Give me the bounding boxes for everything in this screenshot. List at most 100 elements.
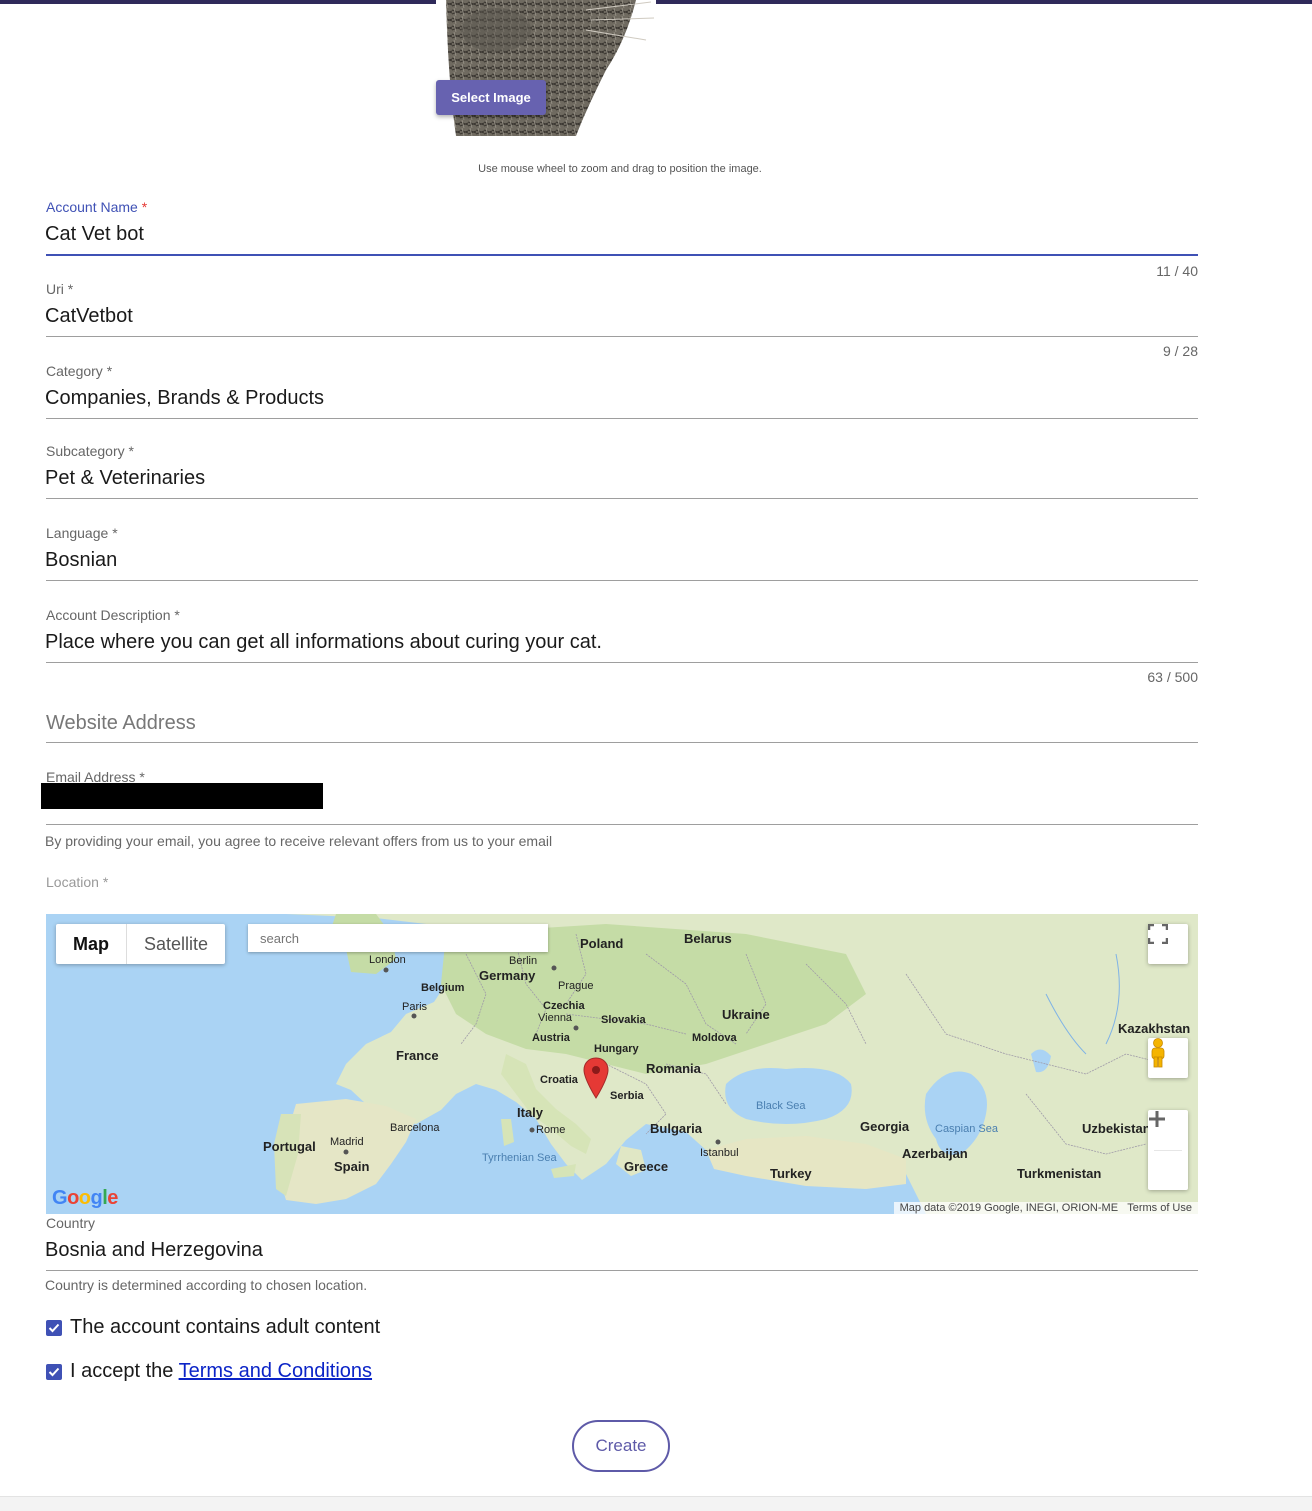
pegman-icon — [1151, 1038, 1165, 1068]
language-select[interactable]: Language * Bosnian — [45, 522, 1198, 582]
account-name-input[interactable]: Cat Vet bot — [45, 223, 144, 246]
map-label: Moldova — [692, 1032, 737, 1044]
map-type-satellite-button[interactable]: Satellite — [127, 924, 225, 964]
language-underline — [46, 580, 1198, 581]
fullscreen-button[interactable] — [1148, 924, 1188, 964]
language-label: Language * — [46, 525, 118, 541]
map-label: Barcelona — [390, 1122, 440, 1134]
website-placeholder[interactable]: Website Address — [46, 712, 196, 735]
country-helper: Country is determined according to chose… — [45, 1277, 368, 1293]
email-helper: By providing your email, you agree to re… — [45, 833, 553, 849]
map-label: Belarus — [684, 931, 732, 946]
zoom-out-button[interactable] — [1148, 1117, 1188, 1190]
map-label: Italy — [517, 1105, 544, 1120]
category-label: Category * — [46, 363, 113, 379]
map-label: Germany — [479, 968, 536, 983]
street-view-button[interactable] — [1148, 1038, 1188, 1078]
map-label: Paris — [402, 1001, 428, 1013]
map-label: Bulgaria — [650, 1121, 703, 1136]
map-label: Austria — [532, 1032, 570, 1044]
account-name-label: Account Name * — [46, 199, 148, 215]
country-underline — [46, 1270, 1198, 1271]
map-type-control: Map Satellite — [56, 924, 226, 964]
map-type-map-button[interactable]: Map — [56, 924, 127, 964]
category-underline — [46, 418, 1198, 419]
email-redacted-value[interactable] — [41, 783, 323, 809]
subcategory-select[interactable]: Subcategory * Pet & Veterinaries — [45, 440, 1198, 500]
google-logo: Google — [52, 1187, 118, 1209]
map-label: Romania — [646, 1061, 701, 1076]
email-field[interactable]: Email Address * By providing your email,… — [41, 766, 1198, 852]
select-image-button[interactable]: Select Image — [436, 80, 546, 115]
checkbox-checked-icon[interactable] — [46, 1319, 62, 1336]
language-value[interactable]: Bosnian — [45, 549, 117, 572]
terms-label: I accept the Terms and Conditions — [70, 1360, 373, 1382]
description-field[interactable]: Account Description * Place where you ca… — [45, 604, 1198, 688]
map-label: Vienna — [538, 1012, 573, 1024]
uri-label: Uri * — [46, 281, 74, 297]
country-value: Bosnia and Herzegovina — [45, 1239, 263, 1261]
minus-icon — [1149, 1117, 1165, 1121]
subcategory-underline — [46, 498, 1198, 499]
uri-input[interactable]: CatVetbot — [45, 305, 133, 328]
country-label: Country — [46, 1215, 96, 1231]
adult-content-checkbox[interactable]: The account contains adult content — [46, 1316, 380, 1339]
map-label: Portugal — [263, 1139, 316, 1154]
map-label: Berlin — [509, 955, 538, 967]
map-label: France — [396, 1048, 439, 1063]
account-name-counter: 11 / 40 — [1156, 263, 1198, 279]
description-underline — [46, 662, 1198, 663]
terms-link[interactable]: Terms and Conditions — [179, 1360, 372, 1382]
country-field: Country Bosnia and Herzegovina Country i… — [45, 1212, 1198, 1298]
account-name-field[interactable]: Account Name * Cat Vet bot 11 / 40 — [45, 196, 1198, 280]
zoom-control — [1148, 1110, 1188, 1190]
checkbox-checked-icon[interactable] — [46, 1363, 62, 1380]
map-label: Croatia — [540, 1074, 578, 1086]
map-label: Caspian Sea — [935, 1123, 998, 1135]
cropper-hint: Use mouse wheel to zoom and drag to posi… — [478, 163, 762, 175]
website-underline — [46, 742, 1198, 743]
map-label: Poland — [580, 936, 624, 951]
map-label: Tyrrhenian Sea — [482, 1152, 557, 1164]
map-marker-icon[interactable] — [583, 1057, 609, 1099]
subcategory-label: Subcategory * — [46, 443, 134, 459]
location-map[interactable]: Poland Belarus London Berlin Germany Bel… — [46, 914, 1198, 1214]
map-label: Serbia — [610, 1090, 644, 1102]
cat-image — [436, 0, 656, 136]
map-label: Istanbul — [700, 1147, 739, 1159]
category-value[interactable]: Companies, Brands & Products — [45, 387, 324, 410]
adult-content-label: The account contains adult content — [70, 1316, 381, 1338]
map-label: Kazakhstan — [1118, 1021, 1191, 1036]
map-search-input[interactable] — [248, 924, 548, 952]
bottom-bar — [0, 1496, 1312, 1511]
subcategory-value[interactable]: Pet & Veterinaries — [45, 467, 205, 490]
map-label: Rome — [536, 1124, 566, 1136]
description-counter: 63 / 500 — [1147, 669, 1198, 685]
category-select[interactable]: Category * Companies, Brands & Products — [45, 360, 1198, 420]
top-bar — [0, 0, 1312, 4]
uri-counter: 9 / 28 — [1162, 343, 1198, 359]
fullscreen-icon — [1148, 924, 1168, 944]
website-field[interactable]: Website Address — [46, 700, 1198, 746]
uri-underline — [46, 336, 1198, 337]
map-label: Czechia — [543, 1000, 585, 1012]
description-input[interactable]: Place where you can get all informations… — [45, 631, 602, 654]
map-label: Black Sea — [756, 1100, 806, 1112]
map-label: Turkmenistan — [1017, 1166, 1102, 1181]
map-label: Slovakia — [601, 1014, 646, 1026]
map-label: Prague — [558, 980, 594, 992]
location-label: Location * — [46, 874, 109, 890]
map-label: Spain — [334, 1159, 370, 1174]
terms-checkbox[interactable]: I accept the Terms and Conditions — [46, 1360, 372, 1383]
map-label: London — [369, 954, 406, 966]
map-label: Greece — [624, 1159, 669, 1174]
map-label: Uzbekistan — [1082, 1121, 1151, 1136]
avatar-cropper[interactable] — [436, 0, 656, 136]
map-label: Belgium — [421, 982, 465, 994]
map-label: Hungary — [594, 1043, 639, 1055]
map-label: Azerbaijan — [902, 1146, 968, 1161]
map-label: Ukraine — [722, 1007, 770, 1022]
create-button[interactable]: Create — [572, 1420, 670, 1472]
map-label: Turkey — [770, 1166, 812, 1181]
uri-field[interactable]: Uri * CatVetbot 9 / 28 — [45, 278, 1198, 360]
